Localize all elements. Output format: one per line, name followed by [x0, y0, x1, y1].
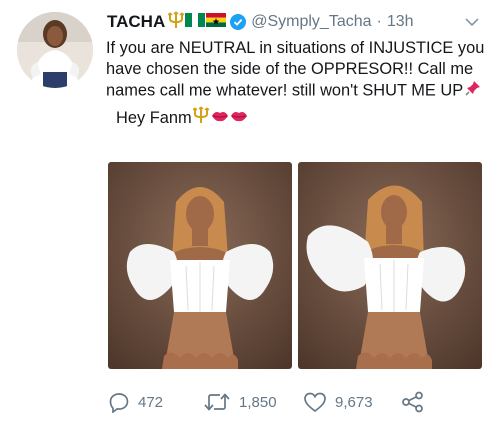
- chevron-down-icon[interactable]: [465, 14, 479, 27]
- verified-badge-icon: [230, 14, 247, 30]
- like-button[interactable]: 9,673: [303, 390, 373, 414]
- tweet-photo-2[interactable]: [298, 162, 482, 369]
- ghana-flag-emoji: [206, 12, 227, 32]
- trident-emoji: [167, 10, 185, 34]
- like-count: 9,673: [335, 393, 373, 411]
- share-button[interactable]: [401, 390, 425, 414]
- reply-icon: [109, 393, 129, 413]
- tweet[interactable]: TACHA @Symply_Tacha · 13h If you are NEU…: [0, 0, 500, 425]
- tweet-text-second: Hey Fanm: [116, 106, 491, 130]
- reply-count: 472: [138, 393, 164, 411]
- retweet-count: 1,850: [239, 393, 277, 411]
- heart-icon: [304, 392, 326, 413]
- kiss-lips-emoji: [230, 108, 248, 129]
- nigeria-flag-emoji: [185, 12, 206, 32]
- display-name[interactable]: TACHA: [107, 12, 165, 32]
- tweet-text-main: If you are NEUTRAL in situations of INJU…: [106, 38, 491, 102]
- user-handle[interactable]: @Symply_Tacha: [251, 13, 371, 31]
- timestamp[interactable]: 13h: [387, 13, 414, 31]
- tweet-text-second-content: Hey Fanm: [116, 108, 192, 127]
- tweet-photo-1[interactable]: [108, 162, 292, 369]
- share-icon: [402, 391, 423, 413]
- avatar[interactable]: [17, 12, 93, 88]
- retweet-icon: [204, 393, 230, 411]
- reply-button[interactable]: 472: [108, 390, 163, 414]
- tweet-text: If you are NEUTRAL in situations of INJU…: [106, 38, 491, 130]
- name-emojis: [167, 10, 227, 34]
- retweet-button[interactable]: 1,850: [203, 390, 277, 414]
- separator-dot: ·: [376, 13, 382, 30]
- pushpin-emoji: [465, 80, 481, 102]
- kiss-lips-emoji: [211, 108, 229, 129]
- tweet-text-main-content: If you are NEUTRAL in situations of INJU…: [106, 39, 485, 100]
- tweet-header: TACHA @Symply_Tacha · 13h: [107, 10, 414, 34]
- trident-emoji: [192, 106, 210, 130]
- tweet-actions: 472 1,850 9,673: [0, 390, 500, 418]
